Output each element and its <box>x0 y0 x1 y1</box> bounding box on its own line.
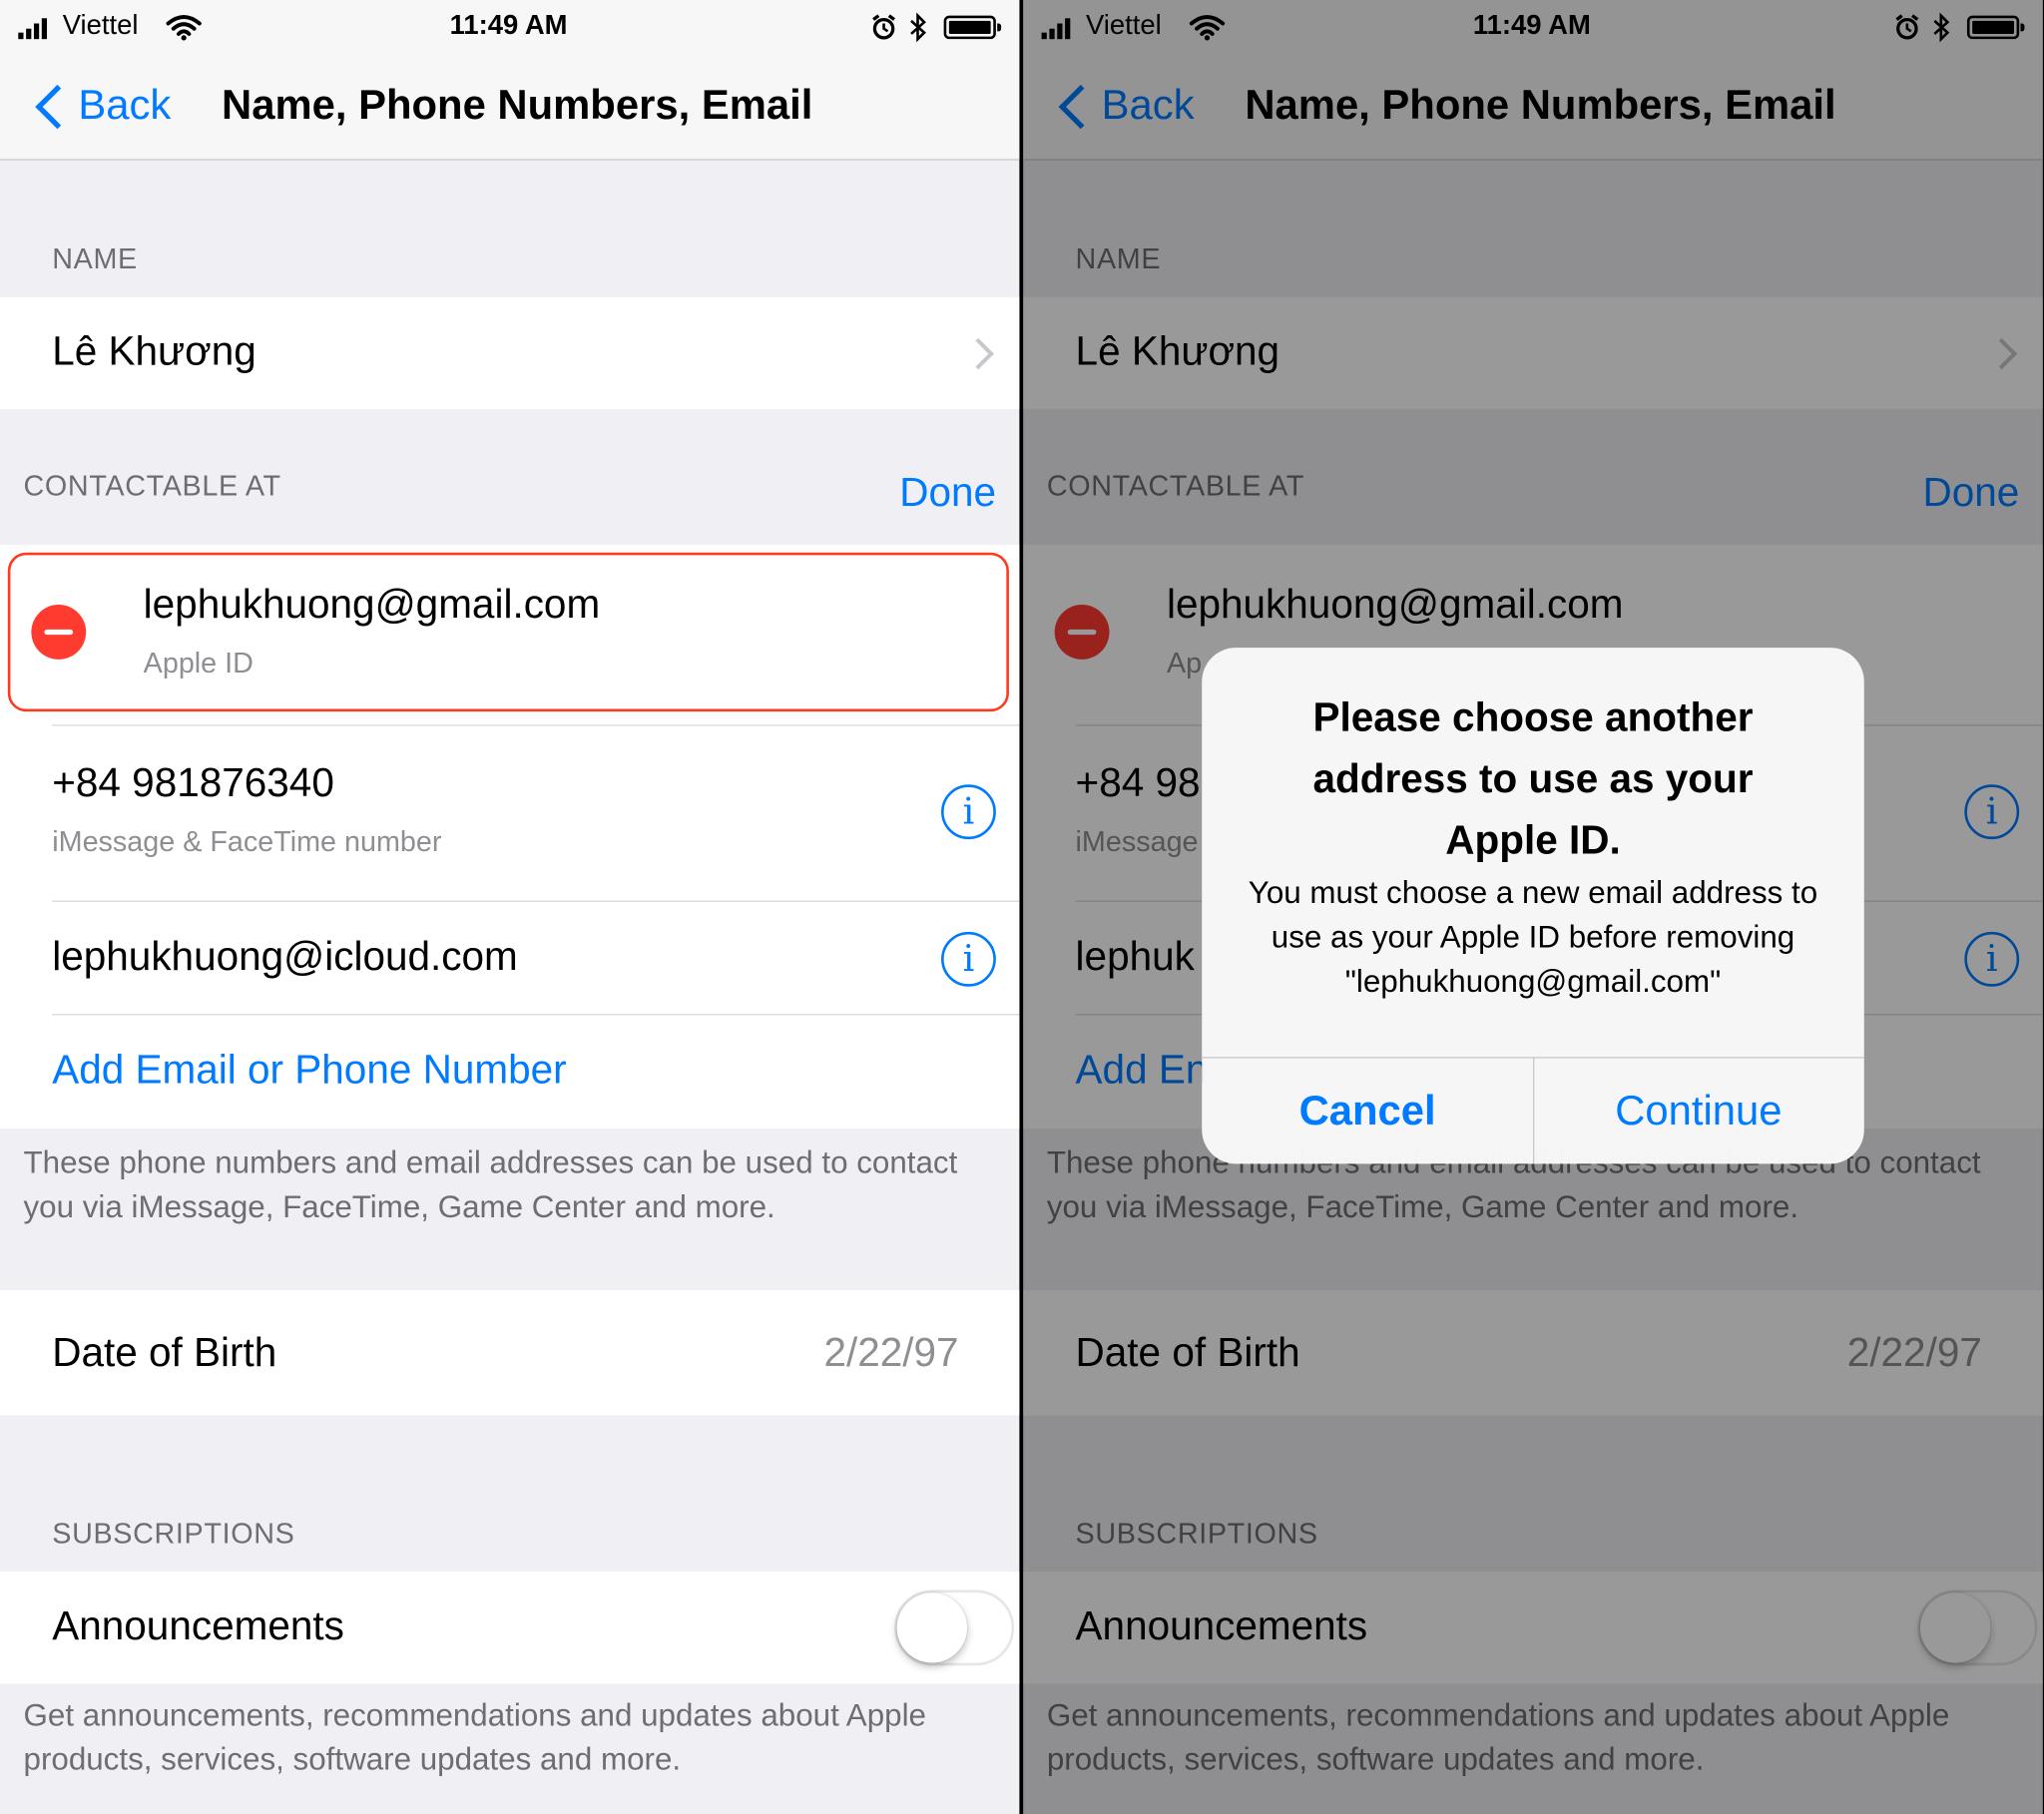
done-button[interactable]: Done <box>899 469 996 516</box>
subscriptions-footer: Get announcements, recommendations and u… <box>23 1697 926 1778</box>
contactable-footer: These phone numbers and email addresses … <box>23 1145 958 1225</box>
carrier-label: Viettel <box>62 10 139 41</box>
wifi-icon <box>166 15 202 41</box>
info-icon[interactable]: i <box>941 931 996 987</box>
screen-left: Viettel 11:49 AM Back Name, Phone Number… <box>0 0 1020 1814</box>
contact-row-icloud: lephukhuong@icloud.com i <box>0 902 1019 1014</box>
date-of-birth-row[interactable]: Date of Birth 2/22/97 <box>0 1290 1020 1416</box>
contact-value: lephukhuong@icloud.com <box>52 933 518 979</box>
info-icon[interactable]: i <box>941 784 996 840</box>
dob-value: 2/22/97 <box>823 1329 959 1375</box>
add-email-or-phone-link[interactable]: Add Email or Phone Number <box>52 1047 566 1094</box>
battery-icon <box>943 15 1002 40</box>
page-title: Name, Phone Numbers, Email <box>222 80 813 128</box>
section-header-name: NAME <box>52 241 138 275</box>
apple-id-highlight <box>7 552 1009 712</box>
announcements-toggle[interactable] <box>893 1589 1015 1666</box>
bluetooth-icon <box>910 12 926 43</box>
navigation-bar: Back Name, Phone Numbers, Email <box>0 57 1020 161</box>
contact-value: +84 981876340 <box>52 759 334 806</box>
announcements-label: Announcements <box>52 1602 344 1649</box>
status-time: 11:49 AM <box>449 10 568 41</box>
alert-message: You must choose a new email address to u… <box>1248 875 1818 1000</box>
full-name: Lê Khương <box>52 328 256 374</box>
section-header-subscriptions: SUBSCRIPTIONS <box>52 1517 295 1550</box>
disclosure-chevron-icon <box>962 337 994 370</box>
contact-subtitle: iMessage & FaceTime number <box>52 824 442 858</box>
back-label: Back <box>78 80 172 128</box>
status-bar: Viettel 11:49 AM <box>0 0 1020 58</box>
add-email-or-phone-row[interactable]: Add Email or Phone Number <box>0 1015 1019 1129</box>
alarm-icon <box>872 14 895 40</box>
back-chevron-icon <box>35 84 80 130</box>
signal-bars-icon <box>18 18 52 40</box>
screen-right: Viettel 11:49 AM Back Name, Phone Number… <box>1023 0 2043 1814</box>
continue-button[interactable]: Continue <box>1533 1057 1864 1163</box>
contact-row-phone: +84 981876340 iMessage & FaceTime number… <box>0 726 1019 901</box>
alert-dialog: Please choose another address to use as … <box>1202 648 1864 1164</box>
alert-title: Please choose another address to use as … <box>1312 694 1754 863</box>
section-header-contactable: CONTACTABLE AT <box>23 469 281 502</box>
back-button[interactable]: Back <box>29 81 186 133</box>
announcements-row: Announcements <box>0 1572 1020 1684</box>
cancel-button[interactable]: Cancel <box>1202 1057 1533 1163</box>
name-row[interactable]: Lê Khương <box>0 296 1020 410</box>
dob-label: Date of Birth <box>52 1329 277 1375</box>
